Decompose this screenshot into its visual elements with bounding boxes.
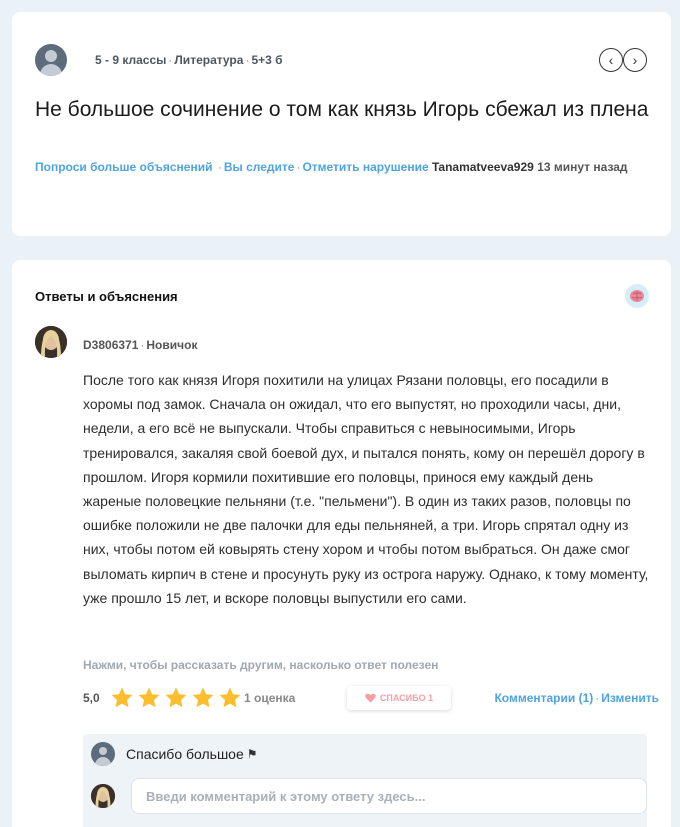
answers-section-title: Ответы и объяснения xyxy=(35,289,178,304)
following-link[interactable]: Вы следите xyxy=(224,160,295,174)
answerer-avatar[interactable] xyxy=(35,326,67,358)
question-time: 13 минут назад xyxy=(537,160,628,174)
question-actions: Попроси больше объяснений · Вы следите · От… xyxy=(35,160,628,174)
star-icon[interactable] xyxy=(137,686,161,710)
rating-count: 1 оценка xyxy=(244,691,296,705)
star-icon[interactable] xyxy=(110,686,134,710)
comment-text: Спасибо большое xyxy=(126,746,244,762)
comments-box: Спасибо большое ⚑ xyxy=(83,734,647,827)
answer-text: После того как князя Игоря похитили на у… xyxy=(83,372,649,606)
star-icon[interactable] xyxy=(191,686,215,710)
star-icon[interactable] xyxy=(164,686,188,710)
rating-row: 5,0 1 оценка СПАСИБО 1 Комментарии (1) · И… xyxy=(83,686,659,710)
answers-card: Ответы и объяснения D3806371 · Новичок Пос… xyxy=(12,260,671,827)
subject-label[interactable]: Литература xyxy=(174,53,243,67)
question-author[interactable]: Tanamatveeva929 xyxy=(432,160,534,174)
question-meta: 5 - 9 классы · Литература · 5+3 б xyxy=(95,53,283,67)
current-user-avatar xyxy=(91,784,115,808)
question-card: 5 - 9 классы · Литература · 5+3 б ‹ › Не бол… xyxy=(12,12,671,236)
question-title: Не большое сочинение о том как князь Иго… xyxy=(35,98,649,121)
comment-item: Спасибо большое ⚑ xyxy=(91,742,258,766)
thanks-label: СПАСИБО 1 xyxy=(379,693,434,703)
thanks-button[interactable]: СПАСИБО 1 xyxy=(347,686,451,710)
chevron-left-icon[interactable]: ‹ xyxy=(599,48,623,72)
asker-avatar[interactable] xyxy=(35,44,67,76)
star-rating[interactable] xyxy=(110,686,245,710)
ask-more-link[interactable]: Попроси больше объяснений xyxy=(35,160,212,174)
commenter-avatar[interactable] xyxy=(91,742,115,766)
report-link[interactable]: Отметить нарушение xyxy=(302,160,428,174)
helpful-hint: Нажми, чтобы рассказать другим, наскольк… xyxy=(83,658,439,672)
comments-link[interactable]: Комментарии (1) xyxy=(494,691,593,705)
heart-icon xyxy=(365,693,376,703)
brain-icon xyxy=(625,284,649,308)
comment-input[interactable] xyxy=(131,778,647,814)
rating-value: 5,0 xyxy=(83,691,100,705)
answer-author[interactable]: D3806371 xyxy=(83,338,138,352)
flag-icon[interactable]: ⚑ xyxy=(247,747,258,761)
answer-author-rank: Новичок xyxy=(146,338,198,352)
grade-label[interactable]: 5 - 9 классы xyxy=(95,53,166,67)
points-label: 5+3 б xyxy=(251,53,283,67)
answer-actions: Комментарии (1) · Изменить xyxy=(494,691,659,705)
question-navigation: ‹ › xyxy=(599,48,647,72)
answer-author-meta: D3806371 · Новичок xyxy=(83,338,198,352)
chevron-right-icon[interactable]: › xyxy=(623,48,647,72)
comment-input-row xyxy=(91,778,647,814)
edit-link[interactable]: Изменить xyxy=(601,691,659,705)
star-icon[interactable] xyxy=(218,686,242,710)
